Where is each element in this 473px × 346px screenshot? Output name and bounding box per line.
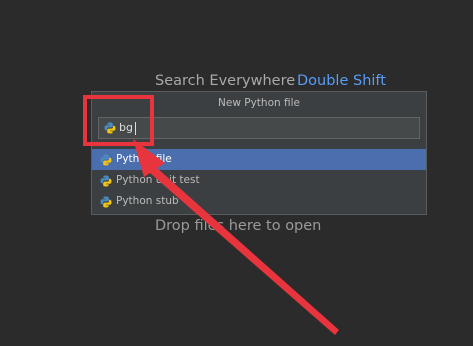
list-item-label: Python stub — [116, 195, 179, 207]
python-file-icon — [100, 196, 112, 208]
list-item-python-file[interactable]: Python file — [92, 149, 426, 170]
python-file-icon — [100, 154, 112, 166]
new-python-file-dialog: New Python file bg Python file Python un… — [91, 91, 427, 215]
dialog-title: New Python file — [218, 97, 300, 109]
list-item-python-stub[interactable]: Python stub — [92, 191, 426, 212]
file-name-value: bg — [119, 121, 133, 134]
list-item-label: Python file — [116, 153, 172, 165]
search-shortcut-link[interactable]: Double Shift — [297, 73, 386, 89]
file-type-list: Python file Python unit test Python stub — [92, 149, 426, 212]
list-item-label: Python unit test — [116, 174, 200, 186]
file-name-input[interactable]: bg — [98, 117, 420, 139]
search-everywhere-label: Search Everywhere — [155, 73, 296, 89]
list-item-python-unit-test[interactable]: Python unit test — [92, 170, 426, 191]
python-file-icon — [104, 122, 116, 134]
drop-files-label: Drop files here to open — [155, 218, 322, 234]
python-file-icon — [100, 175, 112, 187]
text-caret — [135, 122, 136, 135]
